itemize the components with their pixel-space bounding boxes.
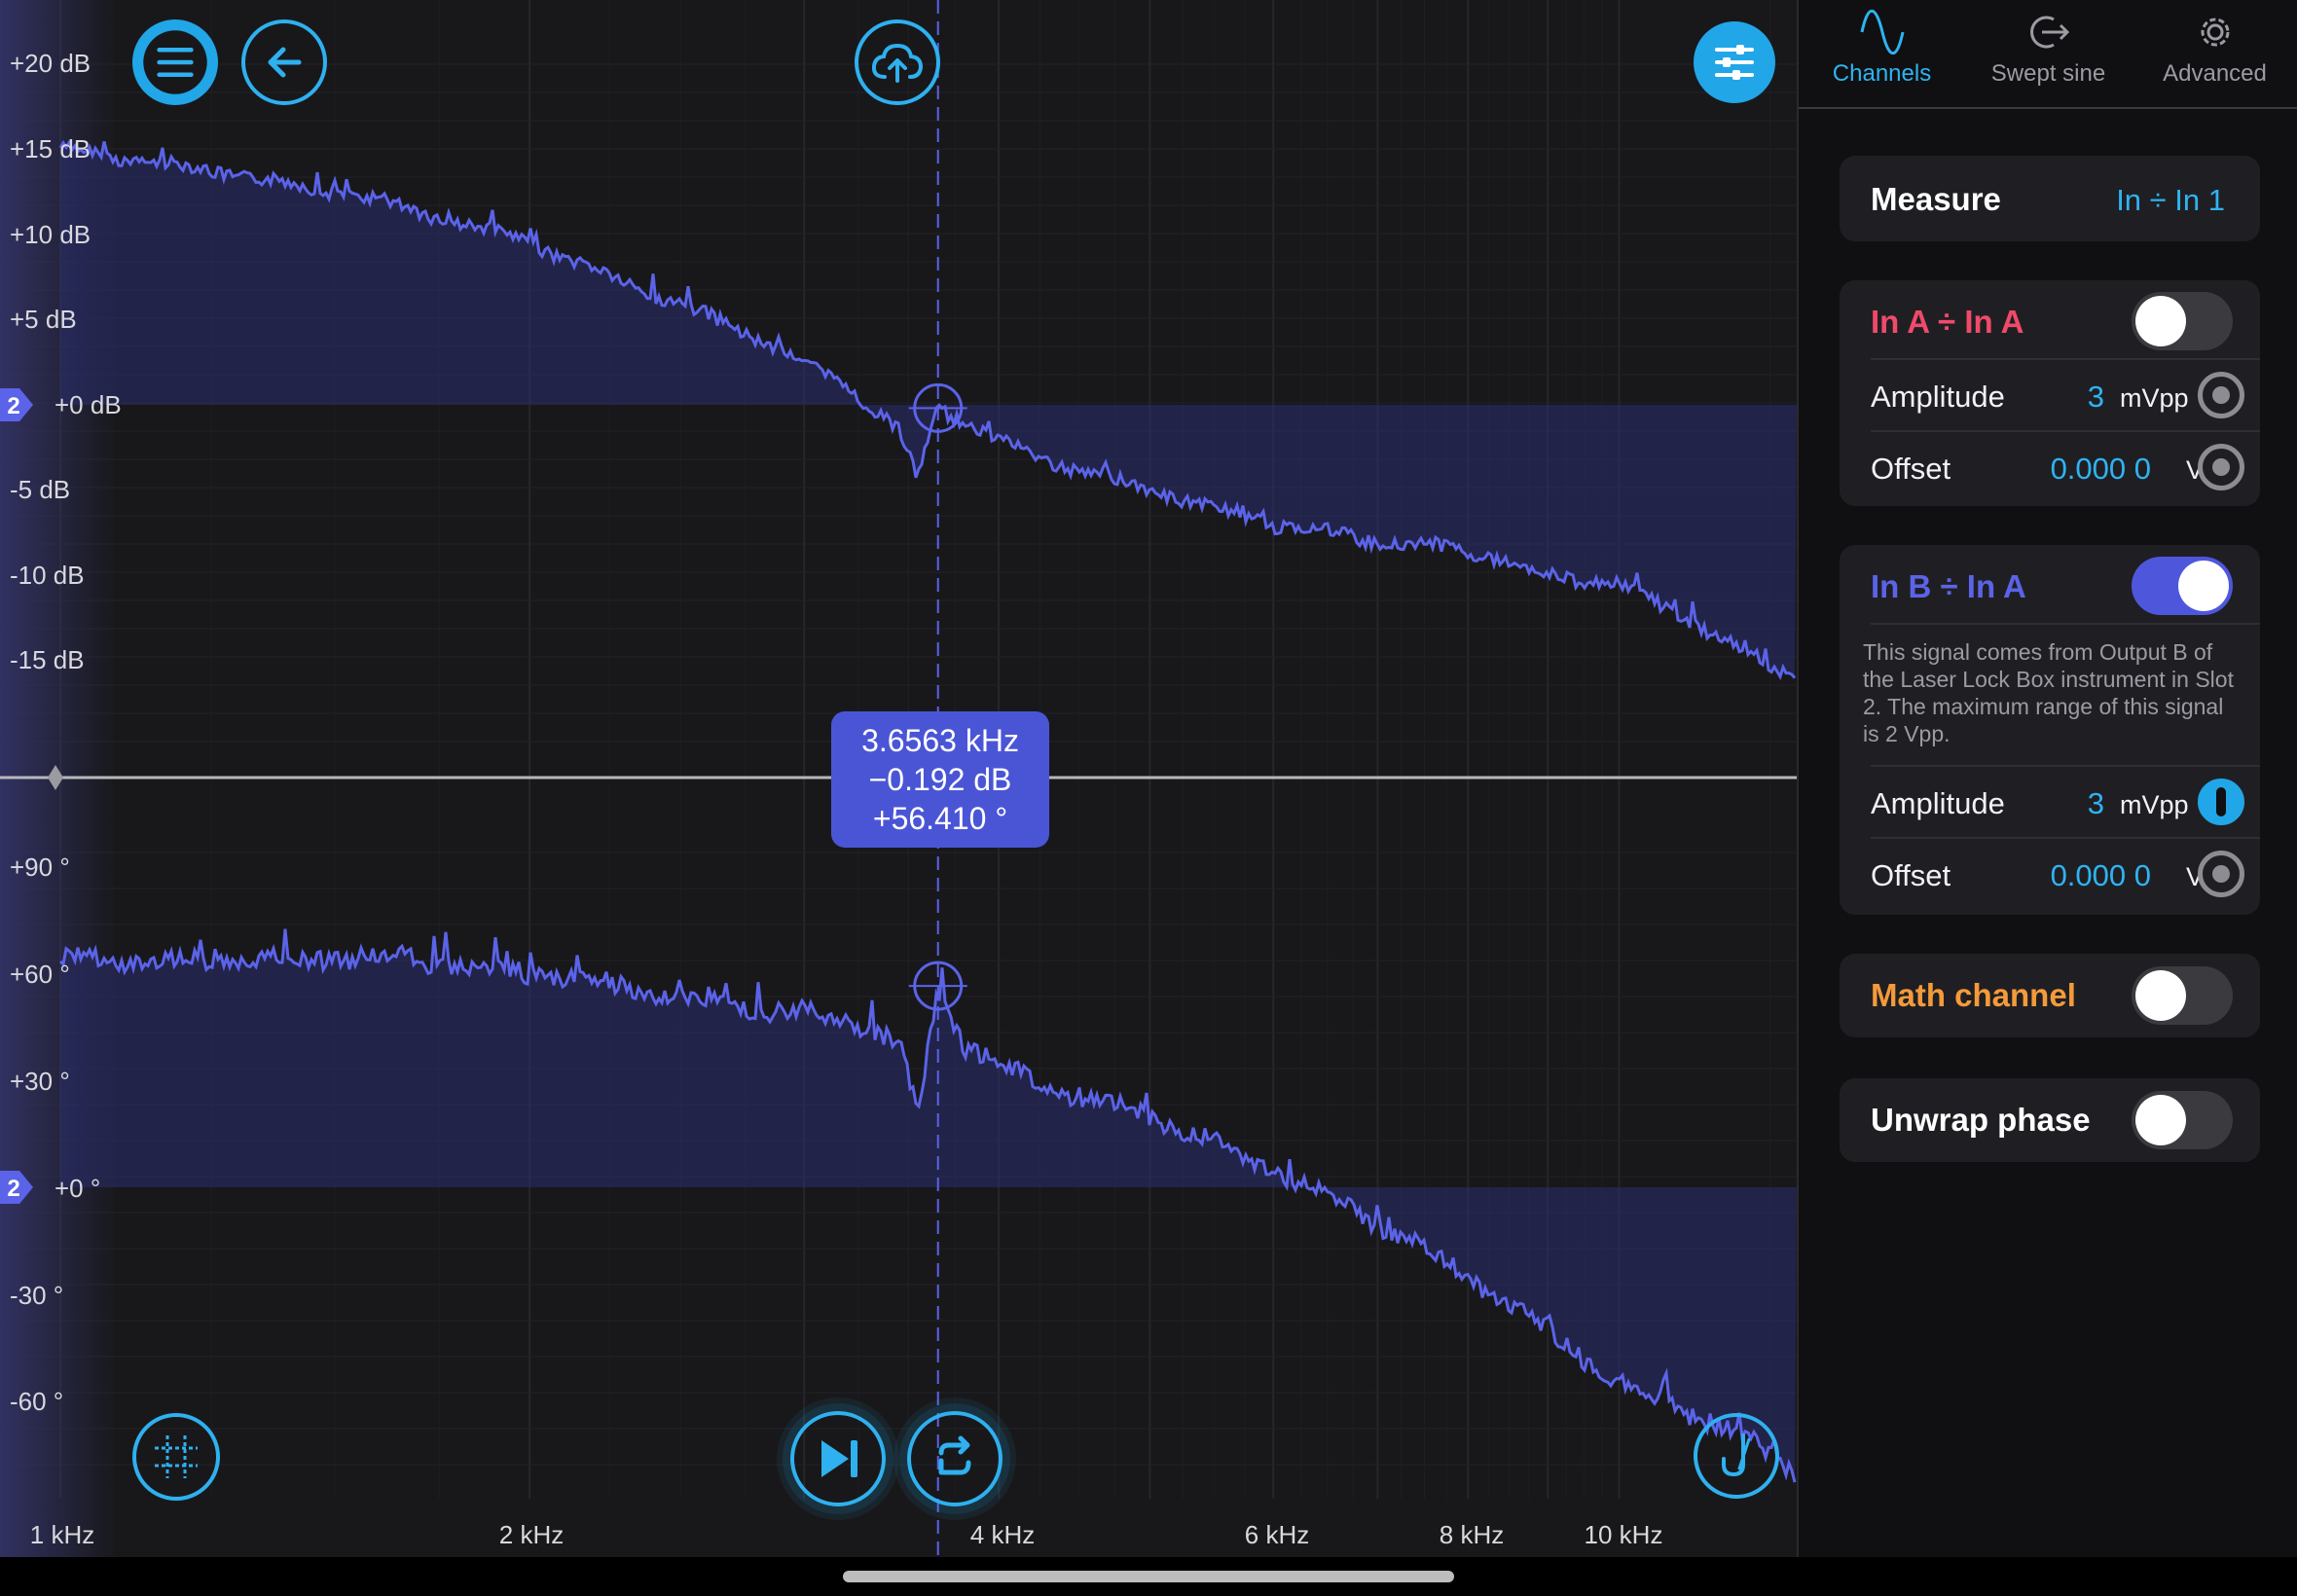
frequency-tick-label: 2 kHz <box>498 1520 565 1549</box>
measure-label: Measure <box>1871 181 2001 217</box>
fishhook-icon <box>1722 1433 1751 1477</box>
tab-swept-sine[interactable]: Swept sine <box>1965 0 2132 109</box>
offset-knob[interactable] <box>2198 444 2244 490</box>
back-button[interactable] <box>241 19 327 105</box>
magnitude-area-fill <box>60 141 1797 678</box>
swept-sine-icon <box>2029 16 2069 49</box>
amplitude-unit: mVpp <box>2120 383 2189 413</box>
settings-panel-button[interactable] <box>1694 21 1775 103</box>
magnitude-tick-label: -5 dB <box>10 475 71 504</box>
measure-value[interactable]: In ÷ In 1 <box>2116 183 2225 218</box>
cursor-phase: +56.410 ° <box>872 801 1008 836</box>
math-channel-label: Math channel <box>1871 977 2076 1013</box>
cursor-readout[interactable]: 3.6563 kHz −0.192 dB +56.410 ° <box>831 711 1049 848</box>
channel-b-header: In B ÷ In A <box>1840 545 2260 623</box>
autoscale-button[interactable] <box>1694 1413 1779 1499</box>
phase-tick-label: +0 ° <box>55 1174 101 1203</box>
channel-a-header: In A ÷ In A <box>1840 280 2260 358</box>
measure-card[interactable]: Measure In ÷ In 1 <box>1840 156 2260 241</box>
offset-label: Offset <box>1871 858 1951 892</box>
magnitude-channel-number: 2 <box>7 393 19 419</box>
plot-area[interactable]: +20 dB +15 dB +10 dB +5 dB +0 dB -5 dB -… <box>0 0 1797 1557</box>
amplitude-label: Amplitude <box>1871 380 2005 414</box>
frequency-tick-label: 4 kHz <box>969 1520 1036 1549</box>
tab-label: Channels <box>1832 60 1932 87</box>
channel-b-amplitude-row[interactable]: Amplitude 3 mVpp <box>1840 767 2260 837</box>
magnitude-tick-label: +0 dB <box>55 390 122 419</box>
channel-b-toggle[interactable] <box>2132 557 2233 615</box>
phase-area-fill <box>60 928 1797 1483</box>
phase-tick-label: -60 ° <box>10 1387 64 1416</box>
gear-icon <box>2201 18 2229 47</box>
play-to-end-icon <box>821 1440 857 1477</box>
cursor-frequency: 3.6563 kHz <box>861 723 1019 758</box>
grid-toggle-button[interactable] <box>132 1413 220 1501</box>
phase-channel-marker[interactable]: 2 <box>0 1171 33 1204</box>
single-sweep-button[interactable] <box>790 1411 886 1506</box>
menu-button[interactable] <box>132 19 218 105</box>
amplitude-value[interactable]: 3 <box>2088 380 2104 415</box>
tab-advanced[interactable]: Advanced <box>2132 0 2297 109</box>
magnitude-tick-label: +20 dB <box>10 49 91 78</box>
channel-a-card: In A ÷ In A Amplitude 3 mVpp Offset 0.00… <box>1840 280 2260 506</box>
sidebar: Channels Swept sine Advanced Measure In … <box>1797 0 2297 1557</box>
phase-channel-number: 2 <box>7 1176 19 1202</box>
offset-label: Offset <box>1871 452 1951 486</box>
grid-icon <box>155 1435 198 1478</box>
amplitude-unit: mVpp <box>2120 790 2189 819</box>
channel-b-description: This signal comes from Output B of the L… <box>1863 639 2234 746</box>
upload-button[interactable] <box>855 19 940 105</box>
hamburger-icon <box>143 30 207 94</box>
magnitude-tick-label: +10 dB <box>10 220 91 249</box>
tab-channels[interactable]: Channels <box>1799 0 1965 109</box>
offset-knob[interactable] <box>2198 851 2244 897</box>
frequency-tick-label: 10 kHz <box>1584 1520 1663 1549</box>
magnitude-channel-marker[interactable]: 2 <box>0 388 33 421</box>
sliders-icon <box>1715 45 1754 80</box>
magnitude-tick-label: -10 dB <box>10 561 85 590</box>
cloud-upload-icon <box>871 43 924 83</box>
frequency-tick-label: 8 kHz <box>1439 1520 1505 1549</box>
magnitude-tick-label: -15 dB <box>10 645 85 674</box>
channel-a-title: In A ÷ In A <box>1871 304 2024 340</box>
math-channel-toggle[interactable] <box>2132 966 2233 1025</box>
unwrap-phase-label: Unwrap phase <box>1871 1102 2091 1138</box>
phase-tick-label: +90 ° <box>10 852 70 882</box>
channel-a-offset-row[interactable]: Offset 0.000 0 V <box>1840 432 2260 502</box>
offset-value[interactable]: 0.000 0 <box>2051 452 2151 487</box>
tab-label: Advanced <box>2163 60 2267 87</box>
home-indicator[interactable] <box>843 1571 1454 1582</box>
amplitude-value[interactable]: 3 <box>2088 786 2104 821</box>
frequency-tick-label: 1 kHz <box>29 1520 95 1549</box>
amplitude-label: Amplitude <box>1871 786 2005 820</box>
continuous-sweep-button[interactable] <box>907 1411 1003 1506</box>
channel-b-title: In B ÷ In A <box>1871 568 2026 604</box>
unwrap-phase-toggle[interactable] <box>2132 1091 2233 1149</box>
tab-label: Swept sine <box>1990 60 2106 87</box>
phase-tick-label: +60 ° <box>10 960 70 989</box>
sidebar-tabs: Channels Swept sine Advanced <box>1799 0 2297 109</box>
phase-tick-label: +30 ° <box>10 1067 70 1096</box>
math-channel-card: Math channel <box>1840 954 2260 1037</box>
sine-wave-icon <box>1860 10 1904 54</box>
amplitude-knob[interactable] <box>2198 372 2244 418</box>
amplitude-knob[interactable] <box>2198 779 2244 825</box>
offset-value[interactable]: 0.000 0 <box>2051 858 2151 893</box>
channel-a-amplitude-row[interactable]: Amplitude 3 mVpp <box>1840 360 2260 430</box>
magnitude-tick-label: +15 dB <box>10 134 91 163</box>
repeat-icon <box>938 1435 971 1475</box>
channel-a-toggle[interactable] <box>2132 292 2233 350</box>
arrow-left-icon <box>268 47 302 78</box>
unwrap-phase-card: Unwrap phase <box>1840 1078 2260 1162</box>
phase-tick-label: -30 ° <box>10 1281 64 1310</box>
channel-b-offset-row[interactable]: Offset 0.000 0 V <box>1840 839 2260 909</box>
channel-b-card: In B ÷ In A This signal comes from Outpu… <box>1840 545 2260 915</box>
cursor-magnitude: −0.192 dB <box>868 762 1012 797</box>
magnitude-tick-label: +5 dB <box>10 305 77 334</box>
frequency-tick-label: 6 kHz <box>1244 1520 1310 1549</box>
